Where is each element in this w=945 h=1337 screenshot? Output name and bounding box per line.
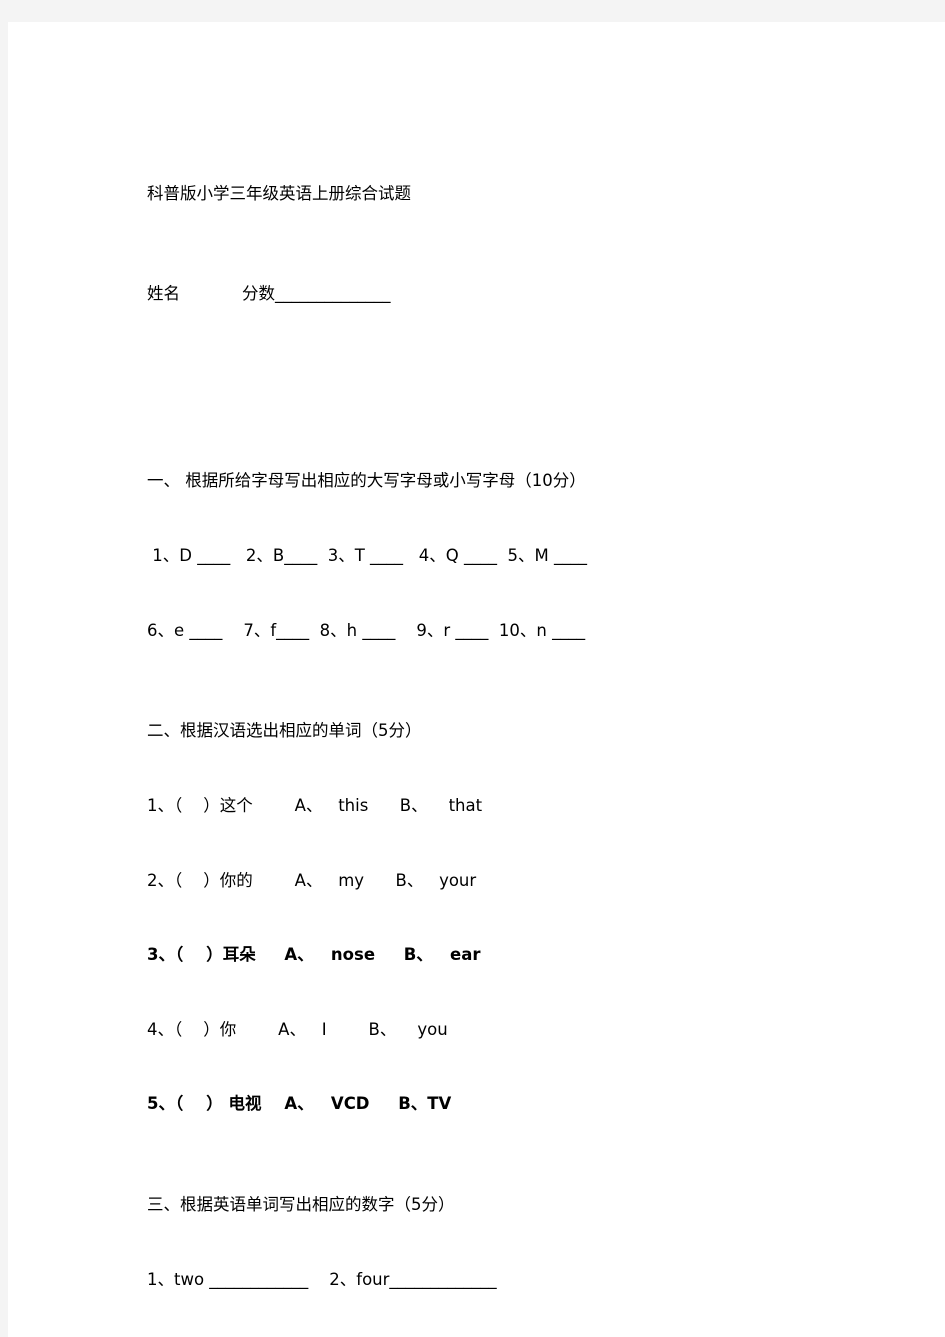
section-2-item-0: 1、（ ）这个 A、 this B、 that [147, 796, 483, 815]
section-2-item-4: 5、（ ） 电视 A、 VCD B、TV [147, 1094, 452, 1113]
document-title: 科普版小学三年级英语上册综合试题 [147, 184, 411, 203]
name-score-line: 姓名 分数______________ [147, 281, 887, 306]
name-label: 姓名 [147, 284, 180, 303]
section-3-row-0: 1、two ____________ 2、four_____________ [147, 1269, 497, 1289]
section-1-row-0: 1、D ____ 2、B____ 3、T ____ 4、Q ____ 5、M _… [147, 546, 587, 565]
section-1-heading: 一、 根据所给字母写出相应的大写字母或小写字母（10分） [147, 471, 586, 490]
score-label: 分数 [242, 284, 275, 303]
section-2-item-1: 2、（ ）你的 A、 my B、 your [147, 870, 477, 890]
section-1-row-1: 6、e ____ 7、f____ 8、h ____ 9、r ____ 10、n … [147, 620, 586, 640]
section-2-item-2: 3、（ ）耳朵 A、 nose B、 ear [147, 945, 481, 964]
section-3-heading: 三、根据英语单词写出相应的数字（5分） [147, 1194, 455, 1214]
document-page: 科普版小学三年级英语上册综合试题 姓名 分数______________ 一、 根… [8, 22, 945, 1337]
section-2-heading: 二、根据汉语选出相应的单词（5分） [147, 721, 422, 740]
document-body: 科普版小学三年级英语上册综合试题 姓名 分数______________ 一、 根… [147, 106, 887, 1337]
section-2-item-3: 4、（ ）你 A、 I B、 you [147, 1019, 448, 1039]
score-blank: ______________ [275, 284, 391, 303]
